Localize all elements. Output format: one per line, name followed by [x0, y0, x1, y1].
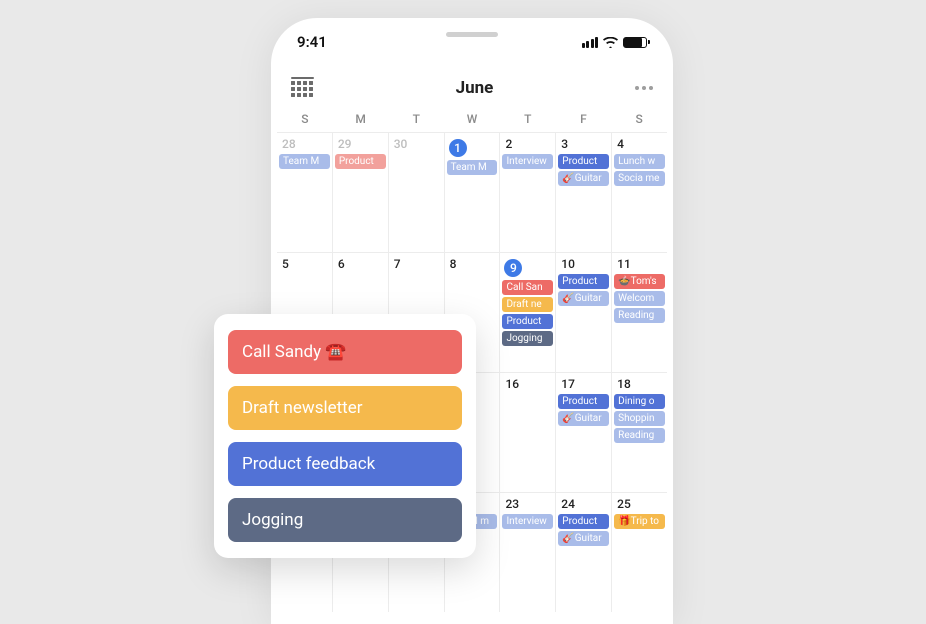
calendar-event[interactable]: 🎸Guitar	[558, 291, 609, 306]
weekday-label: S	[611, 112, 667, 126]
day-number: 10	[558, 257, 609, 271]
month-title[interactable]: June	[456, 78, 494, 98]
day-cell[interactable]: 9 Call San Draft ne Product Jogging	[500, 253, 556, 372]
calendar-event[interactable]: Shoppin	[614, 411, 665, 426]
day-number: 8	[447, 257, 498, 271]
popup-event-item[interactable]: Call Sandy ☎️	[228, 330, 462, 374]
calendar-event[interactable]: Interview	[502, 514, 553, 529]
calendar-event[interactable]: Draft ne	[502, 297, 553, 312]
calendar-event[interactable]: 🎸Guitar	[558, 171, 609, 186]
day-cell[interactable]: 25 🎁Trip to	[612, 493, 667, 612]
calendar-event[interactable]: Reading	[614, 308, 665, 323]
day-cell[interactable]: 3 Product 🎸Guitar	[556, 133, 612, 252]
calendar-event[interactable]: Call San	[502, 280, 553, 295]
day-number: 9	[504, 259, 522, 277]
calendar-event[interactable]: Team M	[447, 160, 498, 175]
day-number: 11	[614, 257, 665, 271]
day-cell[interactable]: 24 Product 🎸Guitar	[556, 493, 612, 612]
calendar-event[interactable]: Product	[558, 394, 609, 409]
cellular-signal-icon	[582, 37, 599, 48]
week-row: 28 Team M 29 Product 30 1 Team M 2 Interview 3 Pro…	[277, 132, 667, 252]
weekday-label: S	[277, 112, 333, 126]
day-number: 29	[335, 137, 386, 151]
day-number: 5	[279, 257, 330, 271]
wifi-icon	[603, 37, 618, 48]
day-number: 7	[391, 257, 442, 271]
day-number: 2	[502, 137, 553, 151]
day-number: 17	[558, 377, 609, 391]
day-cell[interactable]: 17 Product 🎸Guitar	[556, 373, 612, 492]
day-cell[interactable]: 1 Team M	[445, 133, 501, 252]
calendar-event[interactable]: Dining o	[614, 394, 665, 409]
day-cell[interactable]: 30	[389, 133, 445, 252]
calendar-event[interactable]: Socia me	[614, 171, 665, 186]
day-number: 1	[449, 139, 467, 157]
weekday-label: W	[444, 112, 500, 126]
weekday-header: S M T W T F S	[271, 112, 673, 126]
event-popup[interactable]: Call Sandy ☎️ Draft newsletter Product fee…	[214, 314, 476, 558]
day-cell[interactable]: 11 🍲Tom's Welcom Reading	[612, 253, 667, 372]
day-number: 23	[502, 497, 553, 511]
calendar-event[interactable]: Team M	[279, 154, 330, 169]
calendar-event[interactable]: 🎸Guitar	[558, 531, 609, 546]
day-number: 3	[558, 137, 609, 151]
popup-event-item[interactable]: Draft newsletter	[228, 386, 462, 430]
day-number: 16	[502, 377, 553, 391]
day-number: 4	[614, 137, 665, 151]
day-number: 25	[614, 497, 665, 511]
day-cell[interactable]: 10 Product 🎸Guitar	[556, 253, 612, 372]
weekday-label: T	[500, 112, 556, 126]
day-cell[interactable]: 2 Interview	[500, 133, 556, 252]
calendar-event[interactable]: 🍲Tom's	[614, 274, 665, 289]
day-cell[interactable]: 23 Interview	[500, 493, 556, 612]
calendar-event[interactable]: Interview	[502, 154, 553, 169]
day-number: 24	[558, 497, 609, 511]
calendar-event[interactable]: Jogging	[502, 331, 553, 346]
day-number: 28	[279, 137, 330, 151]
calendar-toolbar: June	[271, 66, 673, 110]
calendar-event[interactable]: Product	[558, 274, 609, 289]
device-speaker	[446, 32, 498, 37]
day-cell[interactable]: 28 Team M	[277, 133, 333, 252]
calendar-event[interactable]: Product	[502, 314, 553, 329]
day-number: 6	[335, 257, 386, 271]
calendar-event[interactable]: Product	[335, 154, 386, 169]
popup-event-item[interactable]: Product feedback	[228, 442, 462, 486]
weekday-label: F	[556, 112, 612, 126]
status-time: 9:41	[297, 33, 327, 51]
calendar-event[interactable]: 🎁Trip to	[614, 514, 665, 529]
calendar-event[interactable]: Product	[558, 514, 609, 529]
day-cell[interactable]: 18 Dining o Shoppin Reading	[612, 373, 667, 492]
calendar-event[interactable]: 🎸Guitar	[558, 411, 609, 426]
day-cell[interactable]: 16	[500, 373, 556, 492]
more-icon[interactable]	[635, 86, 653, 90]
calendar-event[interactable]: Product	[558, 154, 609, 169]
calendar-event[interactable]: Lunch w	[614, 154, 665, 169]
weekday-label: M	[333, 112, 389, 126]
day-number: 18	[614, 377, 665, 391]
popup-event-item[interactable]: Jogging	[228, 498, 462, 542]
day-number: 30	[391, 137, 442, 151]
calendar-event[interactable]: Welcom	[614, 291, 665, 306]
battery-icon	[623, 37, 647, 48]
calendar-event[interactable]: Reading	[614, 428, 665, 443]
day-cell[interactable]: 4 Lunch w Socia me	[612, 133, 667, 252]
view-grid-icon[interactable]	[291, 77, 314, 99]
day-cell[interactable]: 29 Product	[333, 133, 389, 252]
status-indicators	[582, 37, 648, 48]
weekday-label: T	[388, 112, 444, 126]
